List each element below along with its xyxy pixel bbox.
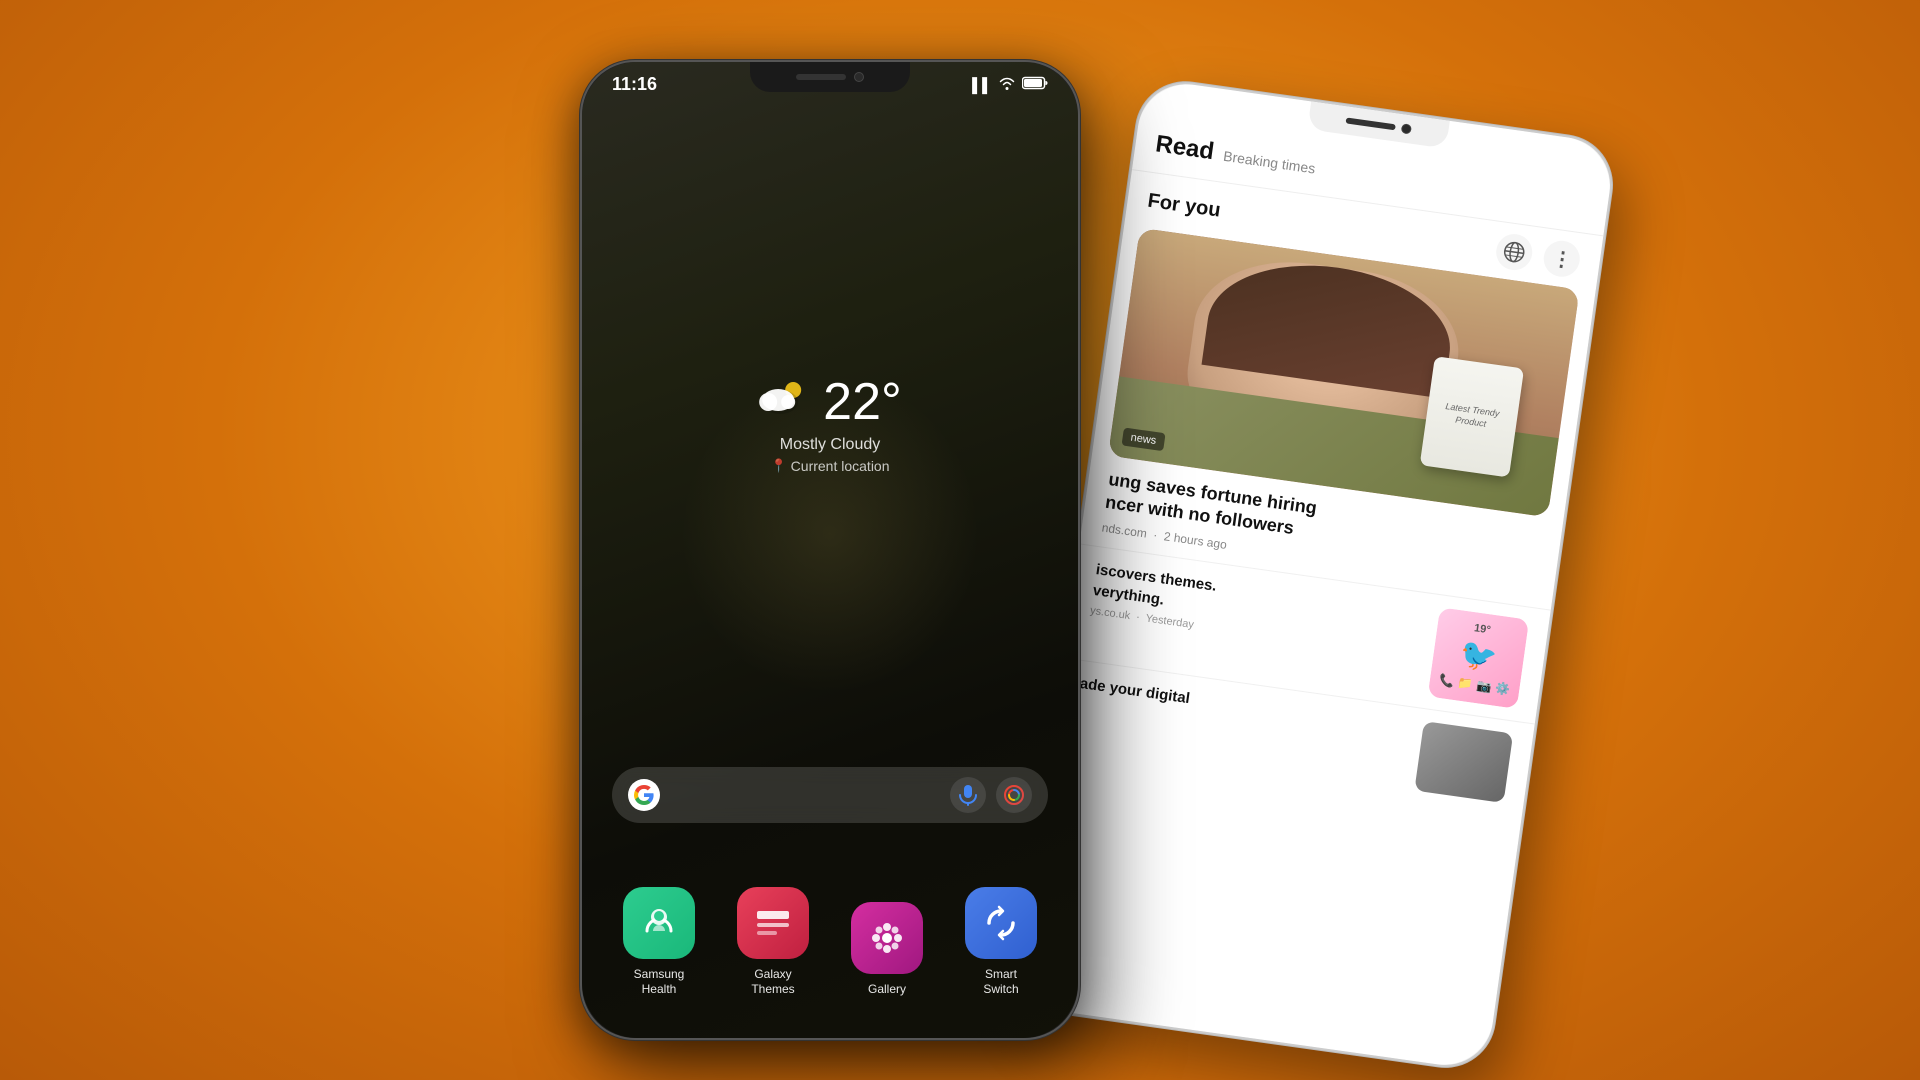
back-front-camera bbox=[1401, 123, 1412, 134]
app-samsung-health[interactable]: SamsungHealth bbox=[623, 887, 695, 998]
gallery-icon bbox=[851, 902, 923, 974]
news-app-name: Read bbox=[1154, 130, 1216, 166]
gallery-label: Gallery bbox=[868, 982, 906, 998]
speaker bbox=[796, 74, 846, 80]
samsung-health-label: SamsungHealth bbox=[634, 967, 685, 998]
galaxy-themes-label: GalaxyThemes bbox=[751, 967, 794, 998]
wifi-icon bbox=[998, 76, 1016, 93]
app-dock: SamsungHealth GalaxyThemes bbox=[602, 887, 1058, 998]
back-speaker bbox=[1345, 117, 1395, 130]
for-you-label: For you bbox=[1146, 189, 1222, 222]
product-jar: Latest Trendy Product bbox=[1419, 356, 1523, 477]
notch bbox=[750, 62, 910, 92]
lens-search-button[interactable] bbox=[996, 777, 1032, 813]
galaxy-themes-icon bbox=[737, 887, 809, 959]
weather-temperature: 22° bbox=[823, 372, 902, 432]
weather-widget: 22° Mostly Cloudy 📍 Current location bbox=[758, 372, 902, 474]
news-action-buttons: ⋮ bbox=[1494, 232, 1582, 279]
weather-location: 📍 Current location bbox=[758, 458, 902, 474]
more-options-button[interactable]: ⋮ bbox=[1541, 238, 1582, 279]
weather-icon bbox=[758, 376, 813, 428]
news-subtitle: Breaking times bbox=[1222, 148, 1316, 177]
power-button bbox=[1078, 282, 1080, 362]
location-icon: 📍 bbox=[770, 458, 786, 474]
status-time: 11:16 bbox=[612, 74, 657, 95]
article-thumbnail-2: 19° 🐦 📞 📁 📷 ⚙️ bbox=[1428, 607, 1530, 709]
article-partial-image-3 bbox=[1414, 721, 1513, 803]
globe-button[interactable] bbox=[1494, 232, 1535, 273]
phone-front: 11:16 ▌▌ bbox=[580, 60, 1080, 1040]
app-smart-switch[interactable]: SmartSwitch bbox=[965, 887, 1037, 998]
front-phone-screen: 11:16 ▌▌ bbox=[582, 62, 1078, 1038]
signal-icon: ▌▌ bbox=[972, 77, 992, 93]
weather-description: Mostly Cloudy bbox=[758, 436, 902, 454]
front-camera bbox=[854, 72, 864, 82]
app-galaxy-themes[interactable]: GalaxyThemes bbox=[737, 887, 809, 998]
google-search-bar[interactable] bbox=[612, 767, 1048, 823]
app-gallery[interactable]: Gallery bbox=[851, 902, 923, 998]
battery-icon bbox=[1022, 76, 1048, 93]
google-logo bbox=[628, 779, 660, 811]
voice-search-button[interactable] bbox=[950, 777, 986, 813]
phones-container: 11:16 ▌▌ bbox=[460, 40, 1460, 1040]
smart-switch-icon bbox=[965, 887, 1037, 959]
samsung-health-icon bbox=[623, 887, 695, 959]
smart-switch-label: SmartSwitch bbox=[983, 967, 1018, 998]
news-app-content: Read Breaking times For you bbox=[1050, 78, 1616, 817]
status-icons: ▌▌ bbox=[972, 76, 1048, 93]
